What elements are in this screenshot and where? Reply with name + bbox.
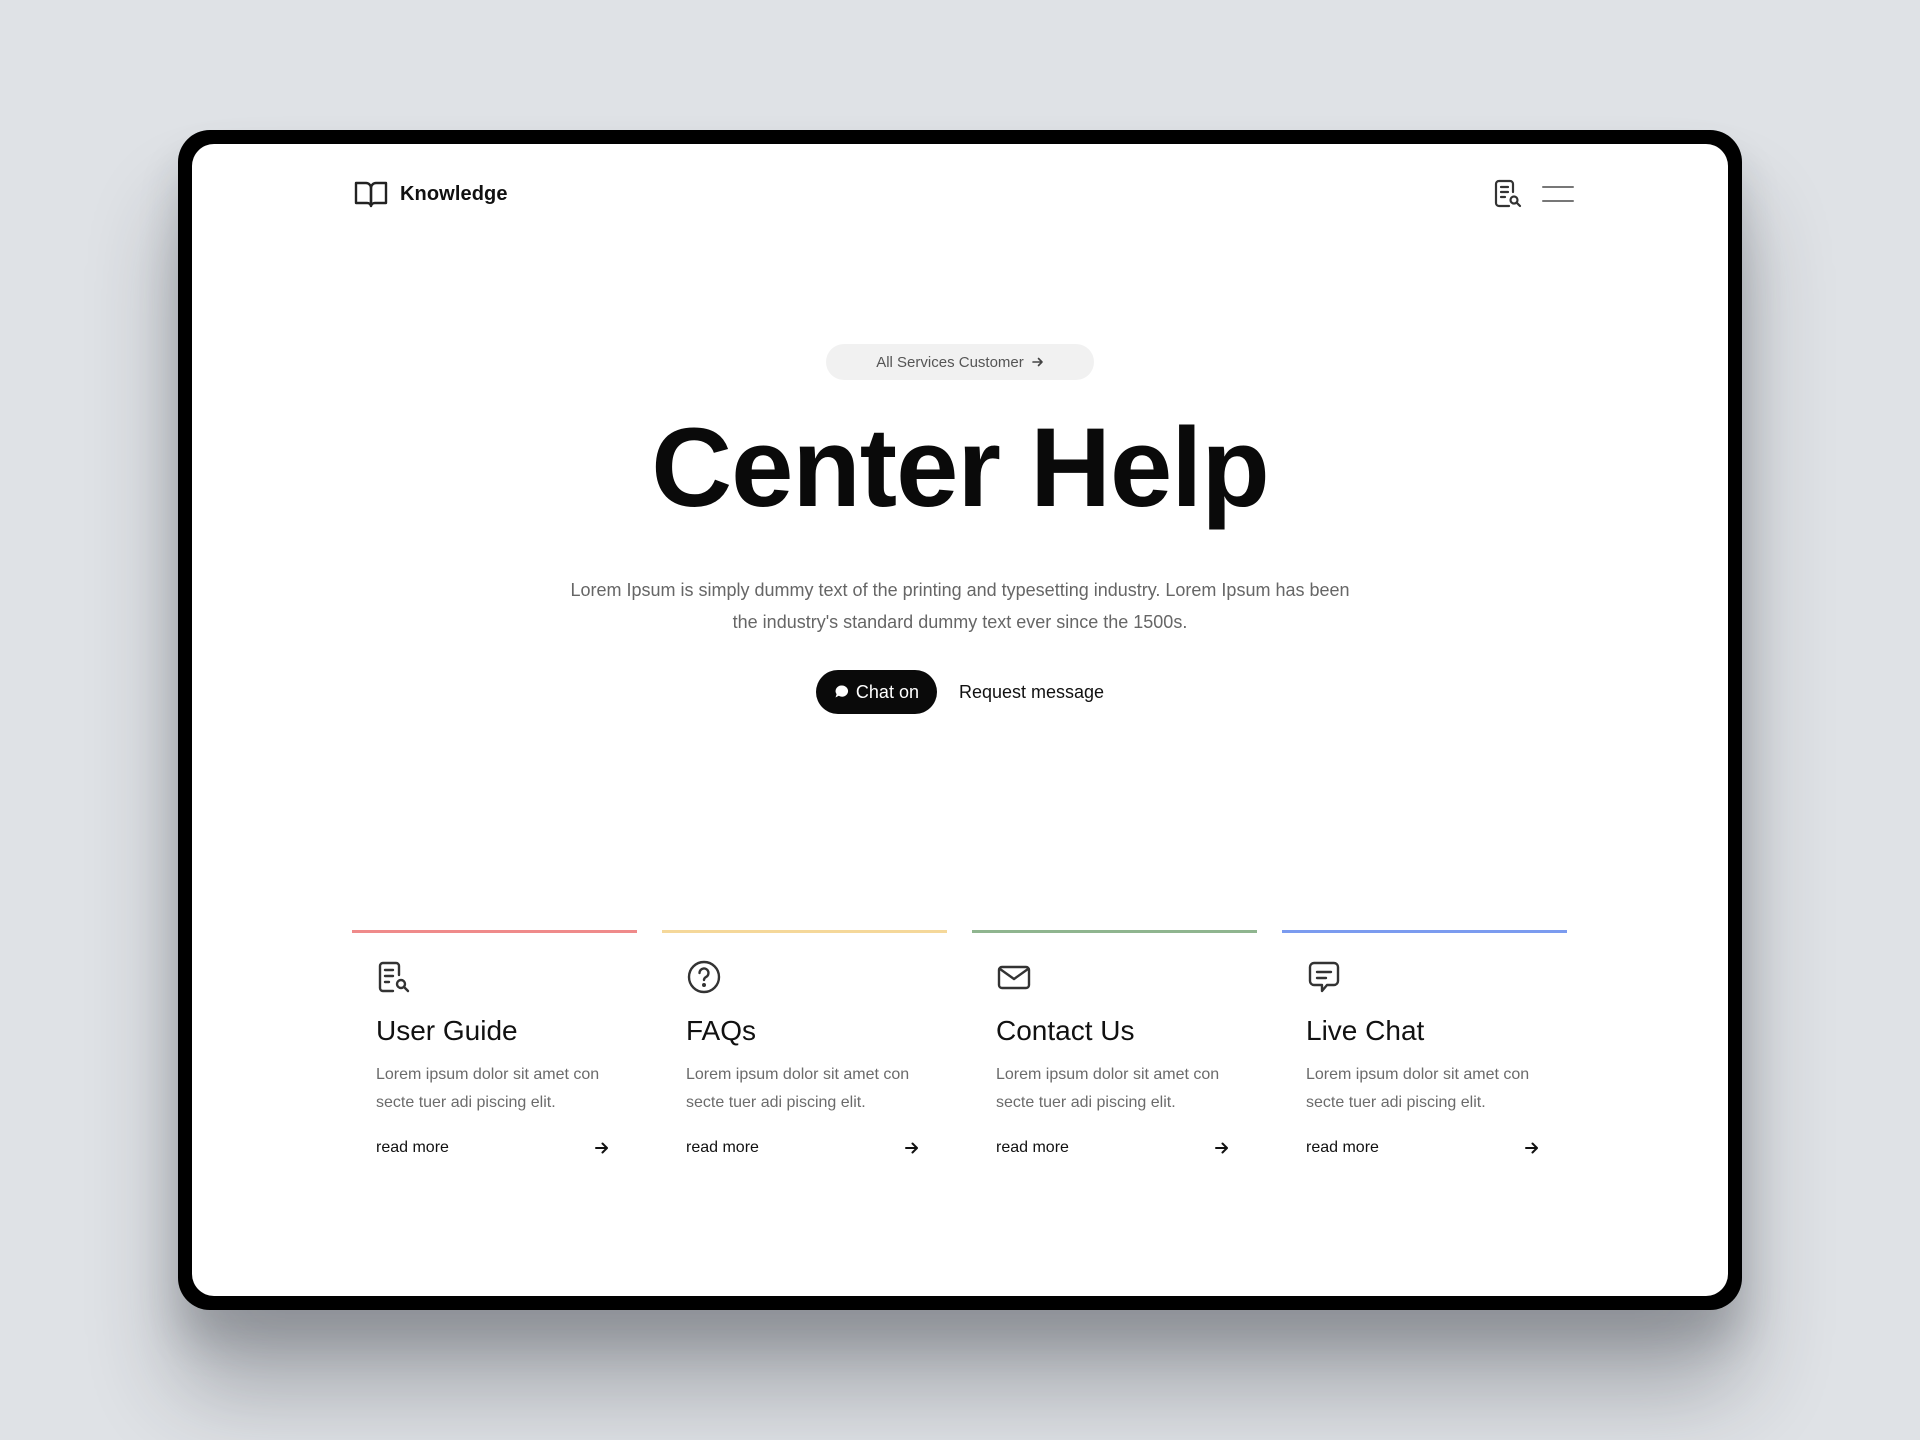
page-title: Center Help bbox=[651, 405, 1270, 530]
services-pill[interactable]: All Services Customer bbox=[826, 344, 1094, 380]
request-message-link[interactable]: Request message bbox=[959, 682, 1104, 703]
mail-icon bbox=[997, 965, 1031, 990]
card-faqs: FAQs Lorem ipsum dolor sit amet con sect… bbox=[662, 930, 947, 1157]
card-text: Lorem ipsum dolor sit amet con secte tue… bbox=[686, 1066, 910, 1111]
card-title: Contact Us bbox=[996, 1015, 1135, 1046]
card-body: User Guide Lorem ipsum dolor sit amet co… bbox=[352, 933, 637, 1157]
card-text: Lorem ipsum dolor sit amet con secte tue… bbox=[1306, 1066, 1530, 1111]
card-title: FAQs bbox=[686, 1015, 757, 1046]
card-contact-us: Contact Us Lorem ipsum dolor sit amet co… bbox=[972, 930, 1257, 1157]
arrow-right-icon bbox=[1031, 357, 1043, 367]
arrow-right-icon bbox=[905, 1142, 918, 1154]
chat-bubble-icon bbox=[835, 685, 848, 698]
arrow-right-icon bbox=[1525, 1142, 1538, 1154]
feature-cards: User Guide Lorem ipsum dolor sit amet co… bbox=[352, 930, 1576, 1157]
document-search-icon[interactable] bbox=[1494, 179, 1522, 209]
card-title: Live Chat bbox=[1306, 1015, 1425, 1046]
read-more-link[interactable]: read more bbox=[686, 1139, 923, 1157]
menu-line bbox=[1542, 200, 1574, 202]
read-more-label: read more bbox=[686, 1139, 759, 1156]
menu-line bbox=[1542, 186, 1574, 188]
chat-on-label: Chat on bbox=[855, 681, 919, 702]
header: Knowledge bbox=[354, 174, 1574, 214]
hero-description: Lorem Ipsum is simply dummy text of the … bbox=[570, 580, 1350, 632]
arrow-right-icon bbox=[1215, 1142, 1228, 1154]
brand-logo[interactable]: Knowledge bbox=[354, 179, 508, 209]
card-text: Lorem ipsum dolor sit amet con secte tue… bbox=[376, 1066, 600, 1111]
brand-name: Knowledge bbox=[400, 182, 508, 205]
card-body: FAQs Lorem ipsum dolor sit amet con sect… bbox=[662, 933, 947, 1157]
chat-bubble-icon bbox=[1308, 961, 1340, 993]
card-title: User Guide bbox=[376, 1015, 518, 1046]
card-live-chat: Live Chat Lorem ipsum dolor sit amet con… bbox=[1282, 930, 1567, 1157]
card-body: Live Chat Lorem ipsum dolor sit amet con… bbox=[1282, 933, 1567, 1157]
read-more-label: read more bbox=[996, 1139, 1069, 1156]
cta-group: Chat on Request message bbox=[192, 670, 1728, 714]
read-more-link[interactable]: read more bbox=[376, 1139, 613, 1157]
menu-button[interactable] bbox=[1542, 184, 1574, 204]
hero-section: All Services Customer Center Help Lorem … bbox=[192, 344, 1728, 714]
read-more-link[interactable]: read more bbox=[996, 1139, 1233, 1157]
read-more-label: read more bbox=[1306, 1139, 1379, 1156]
question-circle-icon bbox=[687, 960, 721, 994]
arrow-right-icon bbox=[595, 1142, 608, 1154]
read-more-link[interactable]: read more bbox=[1306, 1139, 1543, 1157]
chat-on-button[interactable]: Chat on bbox=[815, 670, 937, 714]
open-book-icon bbox=[354, 181, 388, 208]
header-actions bbox=[1494, 179, 1574, 209]
device-frame: Knowledge All Services Customer Center H… bbox=[178, 130, 1742, 1310]
services-pill-label: All Services Customer bbox=[876, 353, 1024, 371]
card-body: Contact Us Lorem ipsum dolor sit amet co… bbox=[972, 933, 1257, 1157]
card-user-guide: User Guide Lorem ipsum dolor sit amet co… bbox=[352, 930, 637, 1157]
read-more-label: read more bbox=[376, 1139, 449, 1156]
screen: Knowledge All Services Customer Center H… bbox=[192, 144, 1728, 1296]
card-text: Lorem ipsum dolor sit amet con secte tue… bbox=[996, 1066, 1220, 1111]
document-search-icon bbox=[378, 961, 410, 993]
